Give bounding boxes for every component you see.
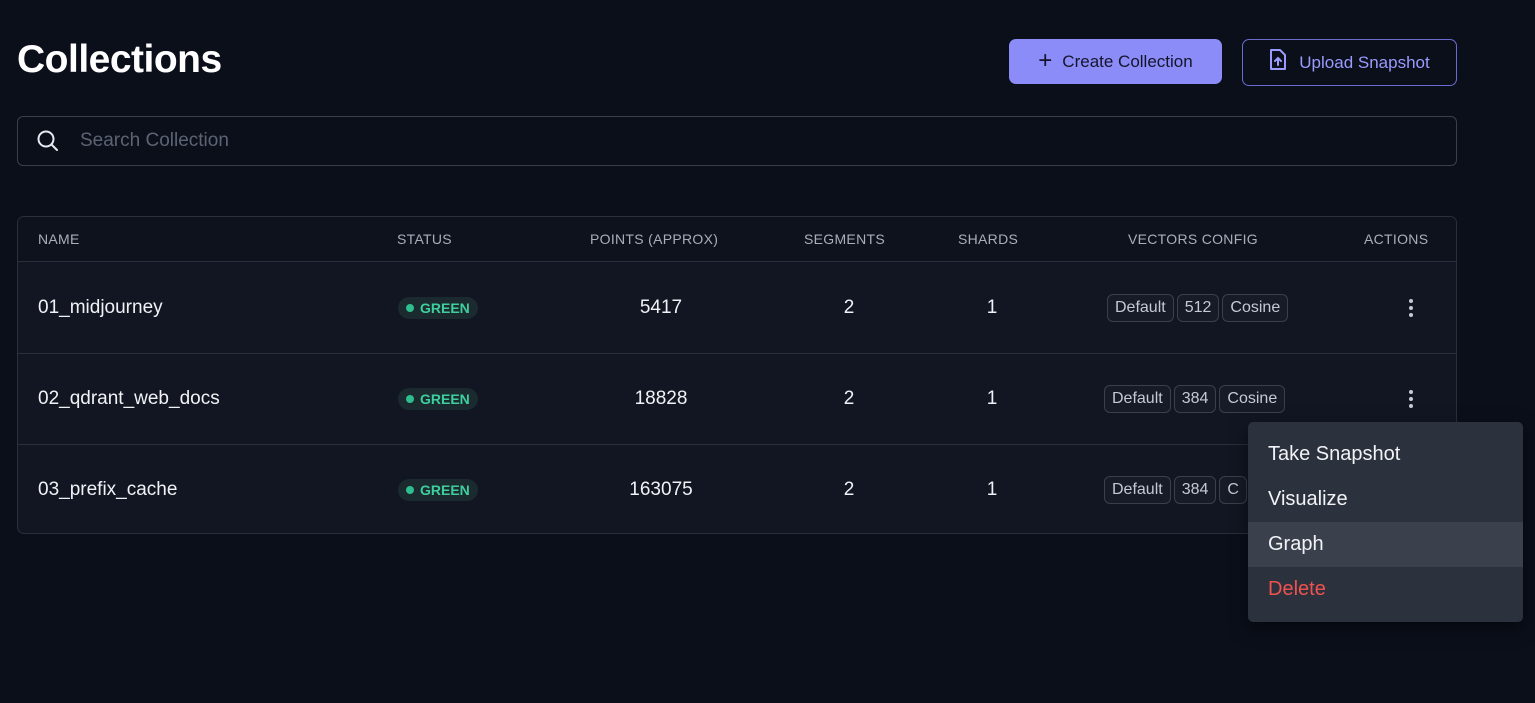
collection-actions-menu: Take Snapshot Visualize Graph Delete bbox=[1248, 422, 1523, 622]
file-upload-icon bbox=[1269, 49, 1287, 76]
column-header-shards: SHARDS bbox=[958, 231, 1019, 247]
points-value: 5417 bbox=[639, 296, 683, 318]
vector-size-chip: 384 bbox=[1173, 475, 1217, 504]
status-cell: GREEN bbox=[398, 444, 478, 533]
status-dot-icon bbox=[406, 485, 414, 494]
column-header-actions: ACTIONS bbox=[1364, 231, 1429, 247]
search-input[interactable] bbox=[78, 129, 1382, 153]
status-badge: GREEN bbox=[398, 387, 478, 410]
status-label: GREEN bbox=[420, 299, 470, 316]
segments-value: 2 bbox=[843, 387, 855, 409]
vectors-config-cell: Default 384 C bbox=[1104, 444, 1247, 533]
status-label: GREEN bbox=[420, 481, 470, 498]
vector-size-chip: 384 bbox=[1173, 384, 1217, 413]
vector-name-chip: Default bbox=[1107, 293, 1174, 322]
plus-icon: + bbox=[1038, 46, 1053, 74]
upload-snapshot-label: Upload Snapshot bbox=[1299, 52, 1430, 72]
shards-value: 1 bbox=[986, 478, 998, 500]
create-collection-button[interactable]: + Create Collection bbox=[1009, 39, 1222, 84]
vector-distance-chip: Cosine bbox=[1219, 384, 1286, 413]
points-value: 18828 bbox=[634, 387, 688, 409]
column-header-points: POINTS (APPROX) bbox=[590, 231, 719, 247]
menu-item-visualize[interactable]: Visualize bbox=[1248, 477, 1523, 522]
status-cell: GREEN bbox=[398, 262, 478, 353]
menu-item-graph[interactable]: Graph bbox=[1248, 522, 1523, 567]
collection-name[interactable]: 02_qdrant_web_docs bbox=[38, 353, 220, 444]
table-header: NAME STATUS POINTS (APPROX) SEGMENTS SHA… bbox=[18, 217, 1456, 262]
status-dot-icon bbox=[406, 303, 414, 312]
actions-cell bbox=[1401, 262, 1421, 353]
vector-distance-chip: C bbox=[1219, 475, 1247, 504]
vectors-config-cell: Default 512 Cosine bbox=[1107, 262, 1289, 353]
more-vertical-icon[interactable] bbox=[1401, 296, 1421, 320]
status-badge: GREEN bbox=[398, 296, 478, 319]
column-header-vectors-config: VECTORS CONFIG bbox=[1128, 231, 1258, 247]
column-header-status: STATUS bbox=[397, 231, 452, 247]
segments-value: 2 bbox=[843, 478, 855, 500]
vector-name-chip: Default bbox=[1104, 475, 1171, 504]
vector-name-chip: Default bbox=[1104, 384, 1171, 413]
menu-item-delete[interactable]: Delete bbox=[1248, 567, 1523, 612]
search-bar bbox=[17, 116, 1457, 166]
page-title: Collections bbox=[17, 38, 222, 81]
table-row[interactable]: 03_prefix_cache GREEN 163075 2 1 Default… bbox=[18, 444, 1456, 533]
status-dot-icon bbox=[406, 394, 414, 403]
menu-item-take-snapshot[interactable]: Take Snapshot bbox=[1248, 432, 1523, 477]
shards-value: 1 bbox=[986, 296, 998, 318]
status-label: GREEN bbox=[420, 390, 470, 407]
segments-value: 2 bbox=[843, 296, 855, 318]
column-header-name: NAME bbox=[38, 231, 80, 247]
shards-value: 1 bbox=[986, 387, 998, 409]
table-row[interactable]: 01_midjourney GREEN 5417 2 1 Default 512… bbox=[18, 262, 1456, 354]
status-cell: GREEN bbox=[398, 353, 478, 444]
collection-name[interactable]: 03_prefix_cache bbox=[38, 444, 177, 533]
search-icon bbox=[36, 129, 60, 153]
vector-size-chip: 512 bbox=[1176, 293, 1220, 322]
column-header-segments: SEGMENTS bbox=[804, 231, 885, 247]
vector-distance-chip: Cosine bbox=[1222, 293, 1289, 322]
more-vertical-icon[interactable] bbox=[1401, 387, 1421, 411]
status-badge: GREEN bbox=[398, 478, 478, 501]
collection-name[interactable]: 01_midjourney bbox=[38, 262, 163, 353]
upload-snapshot-button[interactable]: Upload Snapshot bbox=[1242, 39, 1457, 86]
points-value: 163075 bbox=[629, 478, 693, 500]
collections-table: NAME STATUS POINTS (APPROX) SEGMENTS SHA… bbox=[17, 216, 1457, 534]
table-row[interactable]: 02_qdrant_web_docs GREEN 18828 2 1 Defau… bbox=[18, 353, 1456, 445]
create-collection-label: Create Collection bbox=[1062, 51, 1193, 71]
